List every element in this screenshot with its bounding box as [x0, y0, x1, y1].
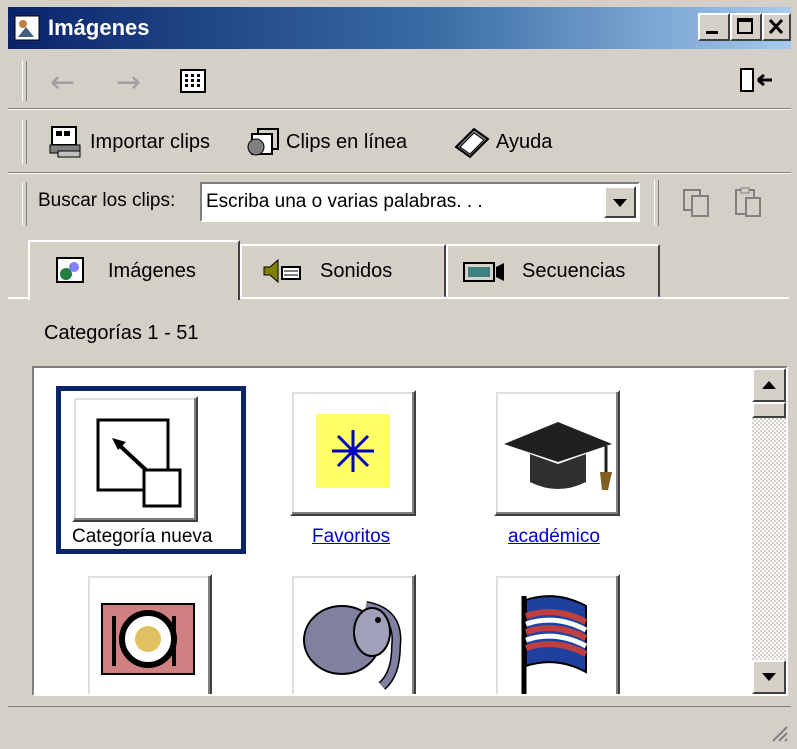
- maximize-icon: [737, 18, 753, 34]
- search-input[interactable]: [206, 188, 586, 216]
- tab-label: Secuencias: [522, 259, 626, 282]
- category-link[interactable]: académico: [508, 526, 600, 548]
- arrow-up-icon: [762, 381, 776, 389]
- flag-icon: [521, 595, 588, 694]
- graduation-cap-icon: [504, 422, 612, 490]
- maximize-button[interactable]: [730, 13, 762, 41]
- clip-gallery-window: Imágenes ← → Importar clips Clips en lín…: [0, 0, 797, 749]
- app-icon: [14, 15, 40, 41]
- dock-window-icon: [740, 68, 772, 92]
- category-thumbnail[interactable]: [494, 390, 620, 516]
- category-thumbnail[interactable]: [72, 396, 198, 522]
- minimize-icon: [706, 31, 718, 34]
- copy-button[interactable]: [680, 186, 714, 225]
- dining-plate-icon: [101, 603, 195, 675]
- status-bar: [8, 706, 791, 745]
- search-toolbar: Buscar los clips:: [0, 176, 797, 232]
- import-clips-label: Importar clips: [90, 130, 211, 153]
- toolbar-divider: [8, 172, 791, 174]
- copy-icon: [683, 189, 709, 217]
- motion-clips-tab-icon: [463, 262, 504, 282]
- clips-online-icon: [247, 128, 279, 156]
- minimize-button[interactable]: [698, 13, 730, 41]
- category-thumbnail[interactable]: [86, 574, 212, 694]
- chevron-down-icon: [613, 199, 627, 207]
- toolbar-grip[interactable]: [22, 182, 27, 226]
- elephant-icon: [303, 601, 402, 690]
- toolbar-divider: [8, 108, 791, 110]
- help-label: Ayuda: [496, 130, 553, 153]
- scroll-up-button[interactable]: [752, 368, 786, 402]
- category-grid[interactable]: Categoría nueva Favoritos académico: [32, 366, 788, 696]
- vertical-scrollbar[interactable]: [752, 368, 786, 694]
- toolbar-grip[interactable]: [22, 120, 27, 164]
- close-icon: [768, 18, 784, 35]
- category-link[interactable]: Favoritos: [312, 526, 390, 548]
- back-button[interactable]: ←: [50, 65, 75, 100]
- import-clips-button[interactable]: Importar clips: [48, 122, 210, 162]
- window-title: Imágenes: [48, 15, 150, 40]
- clips-online-button[interactable]: Clips en línea: [244, 122, 407, 162]
- close-button[interactable]: [762, 13, 791, 41]
- tab-sonidos[interactable]: Sonidos: [240, 244, 446, 298]
- arrow-down-icon: [762, 673, 776, 681]
- search-label: Buscar los clips:: [38, 190, 176, 211]
- tab-secuencias[interactable]: Secuencias: [446, 244, 660, 298]
- sounds-tab-icon: [263, 258, 301, 284]
- search-combobox[interactable]: [200, 182, 640, 222]
- tab-label: Imágenes: [108, 259, 196, 282]
- resize-grip-icon[interactable]: [767, 721, 789, 743]
- navigation-toolbar: ← →: [0, 55, 797, 105]
- category-thumbnail[interactable]: [290, 390, 416, 516]
- title-bar[interactable]: Imágenes: [8, 7, 791, 49]
- clips-online-label: Clips en línea: [286, 130, 408, 153]
- search-dropdown-button[interactable]: [604, 186, 636, 218]
- paste-icon: [735, 187, 761, 217]
- paste-button[interactable]: [732, 186, 766, 225]
- tab-label: Sonidos: [320, 259, 393, 282]
- toolbar-separator: [654, 180, 659, 226]
- main-toolbar: Importar clips Clips en línea Ayuda: [0, 112, 797, 172]
- pictures-tab-icon: [56, 257, 84, 283]
- view-thumbnails-button[interactable]: [180, 69, 206, 98]
- category-thumbnail[interactable]: [290, 574, 416, 694]
- toolbar-grip[interactable]: [22, 61, 27, 101]
- grid-icon: [180, 69, 206, 93]
- help-button[interactable]: Ayuda: [452, 122, 552, 162]
- help-book-icon: [454, 127, 490, 159]
- import-clips-icon: [49, 126, 81, 158]
- favorites-star-icon: [316, 414, 390, 488]
- change-to-small-window-button[interactable]: [740, 67, 776, 100]
- new-category-icon: [96, 418, 182, 508]
- forward-button[interactable]: →: [116, 65, 141, 100]
- scroll-down-button[interactable]: [752, 660, 786, 694]
- category-label: Categoría nueva: [72, 526, 213, 547]
- scroll-thumb[interactable]: [752, 402, 786, 418]
- category-count: Categorías 1 - 51: [44, 322, 199, 344]
- category-thumbnail[interactable]: [494, 574, 620, 694]
- tab-imagenes[interactable]: Imágenes: [28, 240, 240, 300]
